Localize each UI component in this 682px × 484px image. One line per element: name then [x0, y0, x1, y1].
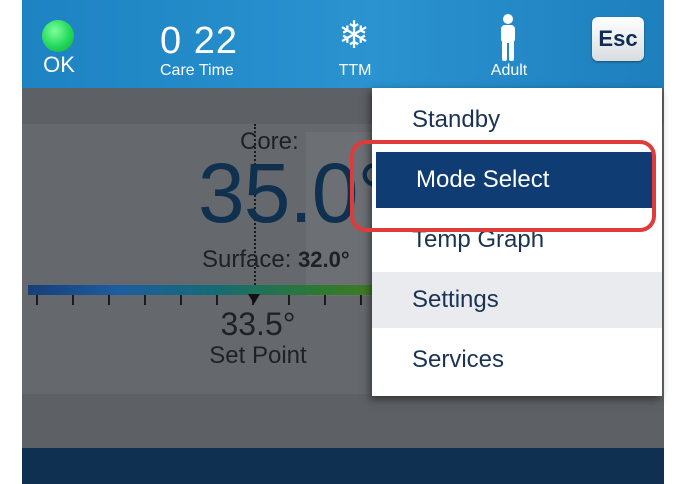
surface-temp-value: 32.0°: [298, 247, 350, 272]
temperature-scale-bar: [28, 285, 400, 295]
esc-button[interactable]: Esc: [592, 17, 644, 61]
footer-bar: [22, 448, 664, 484]
header-bar: OK 0 22 Care Time ❄ TTM Adult Esc: [22, 0, 664, 88]
selection-highlight: [350, 140, 656, 232]
set-point-value: 33.5°: [220, 306, 296, 342]
care-time-value: 0 22: [160, 20, 238, 62]
surface-label: Surface:: [202, 246, 292, 273]
patient-type-label: Adult: [490, 62, 528, 79]
menu-item-settings[interactable]: Settings: [372, 272, 662, 328]
temperature-scale-ticks: [28, 295, 400, 307]
status-indicator-icon: [42, 20, 74, 52]
mode-label: TTM: [338, 62, 372, 79]
person-icon: [501, 14, 515, 61]
set-point-label: Set Point: [209, 342, 307, 369]
care-time-label: Care Time: [160, 62, 234, 79]
set-point-marker-icon: [248, 294, 260, 304]
status-label: OK: [43, 52, 75, 77]
snowflake-icon: ❄: [338, 15, 370, 57]
menu-item-services[interactable]: Services: [372, 332, 662, 388]
surface-temp: Surface: 32.0°: [202, 246, 350, 274]
dropdown-menu: Standby Mode Select Temp Graph Settings …: [372, 88, 662, 396]
